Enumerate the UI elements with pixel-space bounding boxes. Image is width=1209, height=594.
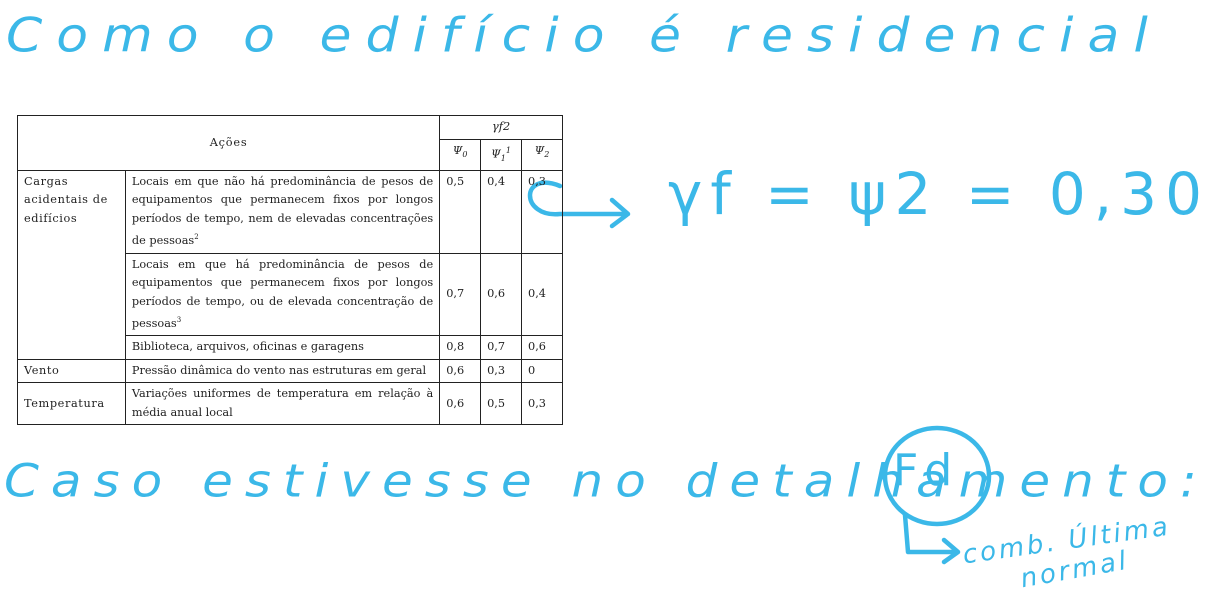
psi0-value: 0,6 [439, 358, 482, 384]
arrow-to-comb [902, 512, 961, 565]
header-psi1: Ψ11 [480, 138, 523, 171]
load-table-container: Ações γf2 Ψ0 Ψ11 Ψ2 Cargas acidentais de… [16, 115, 563, 426]
psi1-value: 0,6 [480, 252, 523, 337]
psi1-value: 0,7 [480, 335, 523, 360]
psi0-value: 0,8 [439, 335, 482, 360]
psi0-value: 0,5 [439, 169, 482, 254]
row-desc: Locais em que há predominância de pesos … [124, 252, 441, 337]
table-row: Temperatura Variações uniformes de tempe… [17, 382, 563, 426]
row-desc: Locais em que não há predominância de pe… [124, 169, 441, 254]
psi2-value: 0,3 [521, 169, 563, 254]
psi1-value: 0,3 [480, 358, 523, 384]
header-gamma: γf2 [439, 115, 563, 140]
category-cargas: Cargas acidentais de edifícios [17, 169, 126, 360]
category-temperatura: Temperatura [17, 382, 126, 426]
psi1-value: 0,4 [480, 169, 523, 254]
annotation-top: Como o edifício é residencial [6, 9, 1162, 63]
table-row: Cargas acidentais de edifícios Locais em… [17, 169, 563, 360]
annotation-fd: Fd [893, 445, 959, 496]
psi0-value: 0,7 [439, 252, 482, 337]
psi2-value: 0,4 [521, 252, 563, 337]
row-desc: Biblioteca, arquivos, oficinas e garagen… [124, 335, 441, 360]
header-acoes: Ações [16, 115, 441, 171]
load-combination-table: Ações γf2 Ψ0 Ψ11 Ψ2 Cargas acidentais de… [16, 115, 563, 426]
row-desc: Pressão dinâmica do vento nas estruturas… [124, 358, 441, 384]
table-row: Vento Pressão dinâmica do vento nas estr… [17, 358, 563, 384]
row-desc: Variações uniformes de temperatura em re… [124, 382, 441, 426]
header-psi2: Ψ2 [521, 138, 563, 171]
psi2-value: 0,3 [521, 382, 563, 426]
psi2-value: 0 [521, 358, 563, 384]
psi0-value: 0,6 [439, 382, 482, 426]
psi1-value: 0,5 [480, 382, 523, 426]
annotation-formula: γf = ψ2 = 0,30 [668, 160, 1209, 228]
annotation-bottom: Caso estivesse no detalhamento: [4, 454, 1209, 508]
header-psi0: Ψ0 [439, 138, 482, 171]
category-vento: Vento [17, 358, 126, 384]
psi2-value: 0,6 [521, 335, 563, 360]
